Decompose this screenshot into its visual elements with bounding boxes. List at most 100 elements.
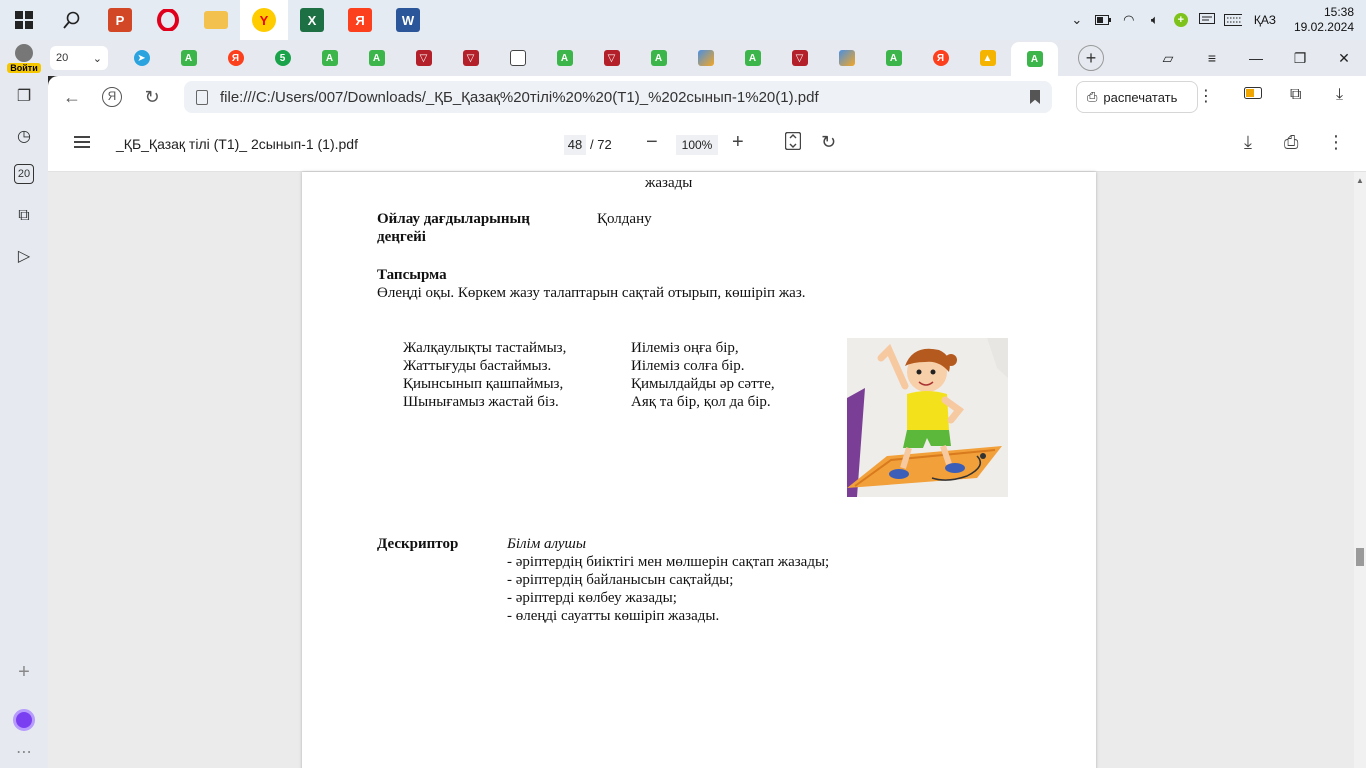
search-button[interactable] bbox=[48, 0, 96, 40]
shield-icon: ▽ bbox=[415, 50, 432, 66]
tab-active[interactable]: A bbox=[1011, 42, 1058, 76]
start-button[interactable] bbox=[0, 0, 48, 40]
profile-button[interactable]: Войти bbox=[0, 40, 48, 76]
pdf-more-icon[interactable]: ⋮ bbox=[1327, 132, 1345, 152]
yandex-home-button[interactable]: Я bbox=[92, 87, 132, 107]
tab-green-a[interactable]: A bbox=[306, 40, 353, 76]
yandex-icon: Я bbox=[932, 50, 949, 66]
poem-left-line: Жалқаулықты тастаймыз, bbox=[403, 340, 567, 356]
menu-icon[interactable]: ≡ bbox=[1190, 50, 1234, 66]
scroll-up-icon[interactable]: ▲ bbox=[1356, 176, 1364, 185]
back-button[interactable]: ← bbox=[52, 87, 92, 108]
tab-five[interactable]: 5 bbox=[259, 40, 306, 76]
download-icon[interactable]: ⤓ bbox=[1336, 86, 1343, 104]
tab-count-button[interactable]: 20 ⌄ bbox=[50, 46, 108, 70]
tab-shield[interactable]: ▽ bbox=[776, 40, 823, 76]
zoom-out-button[interactable]: − bbox=[646, 132, 658, 152]
chevron-up-icon[interactable]: ⌄ bbox=[1068, 11, 1086, 29]
new-tab-button[interactable]: + bbox=[1078, 45, 1104, 71]
descriptor-label: Дескриптор bbox=[377, 536, 459, 552]
fit-page-button[interactable] bbox=[784, 131, 802, 154]
url-text: file:///C:/Users/007/Downloads/_ҚБ_Қазақ… bbox=[220, 88, 819, 106]
tab-green-a[interactable]: A bbox=[635, 40, 682, 76]
poem-left-line: Қиынсынып қашпаймыз, bbox=[403, 376, 564, 392]
excel-app[interactable]: X bbox=[288, 0, 336, 40]
pdf-toolbar: _ҚБ_Қазақ тілі (Т1)_ 2сынып-1 (1).pdf 48… bbox=[48, 118, 1366, 172]
notification-icon[interactable] bbox=[1198, 11, 1216, 29]
keyboard-icon[interactable] bbox=[1223, 11, 1242, 29]
clock[interactable]: 15:38 19.02.2024 bbox=[1294, 5, 1354, 35]
extensions-icon[interactable]: ⧉ bbox=[1290, 86, 1301, 104]
tab-yandex[interactable]: Я bbox=[917, 40, 964, 76]
chevron-down-icon: ⌄ bbox=[92, 52, 102, 65]
poem-right-line: Иілеміз оңға бір, bbox=[631, 340, 739, 356]
green-a-icon: A bbox=[650, 50, 667, 66]
close-button[interactable]: ✕ bbox=[1322, 50, 1366, 67]
tab-telegram[interactable]: ➤ bbox=[118, 40, 165, 76]
page-number-input[interactable]: 48 bbox=[564, 135, 586, 155]
yandex-browser-app[interactable]: Y bbox=[240, 0, 288, 40]
yandex-app[interactable]: Я bbox=[336, 0, 384, 40]
tab-colorful[interactable] bbox=[682, 40, 729, 76]
battery-icon[interactable] bbox=[1094, 11, 1112, 29]
add-icon[interactable]: + bbox=[12, 660, 36, 684]
powerpoint-app[interactable]: P bbox=[96, 0, 144, 40]
excel-icon: X bbox=[300, 8, 324, 32]
battery-saver-icon[interactable] bbox=[1244, 86, 1264, 104]
word-app[interactable]: W bbox=[384, 0, 432, 40]
tab-shield[interactable]: ▽ bbox=[447, 40, 494, 76]
more-icon[interactable]: ⋯ bbox=[12, 740, 36, 764]
tab-shield[interactable]: ▽ bbox=[400, 40, 447, 76]
print-button[interactable]: ⎙ распечатать bbox=[1076, 81, 1198, 113]
reload-button[interactable]: ↻ bbox=[132, 87, 172, 108]
history-icon[interactable]: ◷ bbox=[12, 124, 36, 148]
tab-colorful[interactable] bbox=[823, 40, 870, 76]
tab-count-badge[interactable]: 20 bbox=[14, 164, 34, 184]
alice-icon[interactable] bbox=[12, 708, 36, 732]
tab-yandex[interactable]: Я bbox=[212, 40, 259, 76]
bookmark-icon[interactable] bbox=[1030, 90, 1040, 104]
wifi-icon[interactable]: ◠ bbox=[1120, 11, 1138, 29]
volume-icon[interactable]: 🔈︎ bbox=[1146, 11, 1164, 29]
file-icon bbox=[196, 89, 208, 105]
file-explorer-app[interactable] bbox=[192, 0, 240, 40]
tab-shield[interactable]: ▽ bbox=[588, 40, 635, 76]
minimize-button[interactable]: — bbox=[1234, 50, 1278, 66]
profile-label: Войти bbox=[7, 62, 41, 73]
language-indicator[interactable]: ҚАЗ bbox=[1254, 13, 1276, 27]
telegram-icon: ➤ bbox=[133, 50, 150, 66]
opera-app[interactable] bbox=[144, 0, 192, 40]
zoom-level-input[interactable]: 100% bbox=[676, 135, 718, 155]
vertical-scrollbar[interactable]: ▲ bbox=[1354, 172, 1366, 768]
green-a-icon: A bbox=[180, 50, 197, 66]
tab-green-a[interactable]: A bbox=[541, 40, 588, 76]
sidebar-menu-icon[interactable] bbox=[74, 136, 90, 148]
tab-image[interactable]: ▲ bbox=[964, 40, 1011, 76]
more-options-icon[interactable]: ⋮ bbox=[1198, 86, 1214, 106]
screenshot-icon[interactable]: ⧉ bbox=[12, 204, 36, 228]
tab-green-a[interactable]: A bbox=[353, 40, 400, 76]
url-field[interactable]: file:///C:/Users/007/Downloads/_ҚБ_Қазақ… bbox=[184, 81, 1052, 113]
tab-green-a[interactable]: A bbox=[165, 40, 212, 76]
pdf-download-icon[interactable]: ⤓ bbox=[1244, 132, 1252, 152]
restore-button[interactable]: ❐ bbox=[1278, 50, 1322, 67]
descriptor-item: - әріптердің байланысын сақтайды; bbox=[507, 572, 734, 588]
pdf-filename: _ҚБ_Қазақ тілі (Т1)_ 2сынып-1 (1).pdf bbox=[116, 136, 358, 152]
tab-green-a[interactable]: A bbox=[870, 40, 917, 76]
windows-taskbar: P Y X Я W ⌄ ◠ 🔈︎ + ҚАЗ 15:38 19.02.2024 bbox=[0, 0, 1366, 40]
rotate-icon[interactable]: ↻ bbox=[821, 132, 836, 152]
tabs-icon[interactable]: ❐ bbox=[12, 84, 36, 108]
skill-label-line1: Ойлау дағдыларының bbox=[377, 211, 530, 227]
pdf-print-icon[interactable]: ⎙ bbox=[1284, 132, 1298, 152]
green-a-icon: A bbox=[556, 50, 573, 66]
tab-document[interactable] bbox=[494, 40, 541, 76]
collections-icon[interactable]: ▱ bbox=[1146, 50, 1190, 67]
play-icon[interactable]: ▷ bbox=[12, 244, 36, 268]
zoom-in-button[interactable]: + bbox=[732, 132, 744, 152]
tab-green-a[interactable]: A bbox=[729, 40, 776, 76]
scrollbar-thumb[interactable] bbox=[1356, 548, 1364, 566]
colorful-icon bbox=[697, 50, 714, 66]
plus-badge-icon[interactable]: + bbox=[1172, 11, 1190, 29]
document-icon bbox=[509, 50, 526, 66]
poem-right-line: Иілеміз солға бір. bbox=[631, 358, 745, 374]
